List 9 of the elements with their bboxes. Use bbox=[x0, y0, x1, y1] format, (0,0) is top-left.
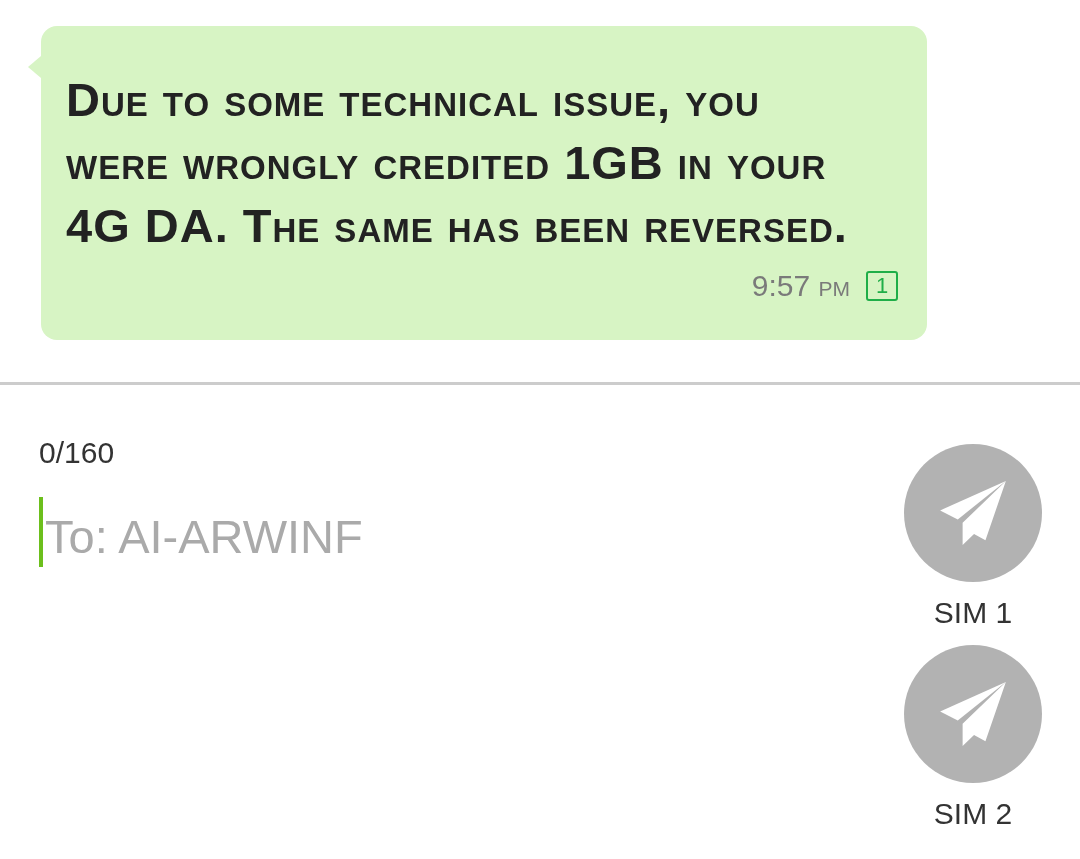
recipient-field[interactable]: To: AI-ARWINF bbox=[43, 497, 603, 567]
paper-plane-icon bbox=[939, 682, 1007, 746]
paper-plane-icon bbox=[939, 481, 1007, 545]
message-time: 9:57 pm bbox=[751, 269, 850, 303]
sim-label: SIM 2 bbox=[933, 796, 1013, 832]
sim-label: SIM 1 bbox=[933, 595, 1013, 631]
message-text: Due to some technical issue, you were wrongly credited 1GB in your 4G DA. The same has been reversed. bbox=[66, 72, 849, 254]
character-counter: 0/160 bbox=[39, 435, 115, 471]
sim-badge: 1 bbox=[866, 271, 898, 301]
